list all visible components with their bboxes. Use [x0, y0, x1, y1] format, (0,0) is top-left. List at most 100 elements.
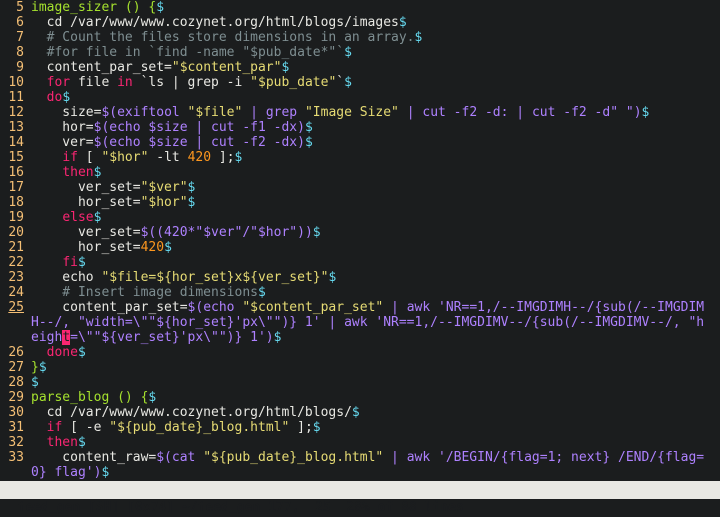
code-line[interactable]: 15 if [ "$hor" -lt 420 ];$: [0, 150, 720, 165]
code-line[interactable]: 11 do$: [0, 90, 720, 105]
code-token: do: [46, 90, 63, 105]
code-token: $: [62, 90, 71, 105]
code-line[interactable]: 6 cd /var/www/www.cozynet.org/html/blogs…: [0, 15, 720, 30]
code-token: then: [46, 435, 78, 450]
line-number: 23: [8, 270, 24, 285]
code-token: | awk 'NR==1,/--IMGDIMH--/{sub(/--IMGDIM: [383, 300, 705, 315]
line-number: 11: [8, 90, 24, 105]
code-token: ver_set=: [31, 225, 141, 240]
code-line[interactable]: 26 done$: [0, 345, 720, 360]
code-token: "$file": [187, 105, 243, 120]
code-line[interactable]: 8 #for file in `find -name "$pub_date*"`…: [0, 45, 720, 60]
code-line[interactable]: 32 then$: [0, 435, 720, 450]
code-token: $: [156, 0, 165, 15]
code-token: 420: [140, 240, 165, 255]
code-token: $: [77, 345, 86, 360]
code-token: | grep: [242, 105, 305, 120]
code-line[interactable]: 25 content_par_set=$(echo "$content_par_…: [0, 300, 720, 315]
code-token: $: [328, 270, 337, 285]
code-line[interactable]: 14 ver=$(echo $size | cut -f2 -dx)$: [0, 135, 720, 150]
code-line[interactable]: 27}$: [0, 360, 720, 375]
line-number: 33: [8, 450, 24, 465]
code-line[interactable]: 23 echo "$file=${hor_set}x${ver_set}"$: [0, 270, 720, 285]
code-token: $: [344, 45, 352, 60]
code-line[interactable]: 21 hor_set=420$: [0, 240, 720, 255]
editor-pane[interactable]: 5 image_sizer () {$ 6 cd /var/www/www.cozy…: [0, 0, 720, 481]
code-line[interactable]: 7 # Count the files store dimensions in …: [0, 30, 720, 45]
code-token: 420: [187, 150, 212, 165]
line-number: 12: [8, 105, 24, 120]
line-number: 28: [8, 375, 24, 390]
code-token: $: [312, 420, 321, 435]
code-token: `: [336, 75, 345, 90]
code-token: "$file=${hor_set}x${ver_set}": [101, 270, 329, 285]
code-line[interactable]: 10 for file in `ls | grep -i "$pub_date"…: [0, 75, 720, 90]
code-line[interactable]: 24 # Insert image dimensions$: [0, 285, 720, 300]
code-line[interactable]: 22 fi$: [0, 255, 720, 270]
code-line[interactable]: 16 then$: [0, 165, 720, 180]
code-token: }: [31, 360, 39, 375]
wrapped-line[interactable]: eight=\""${ver_set}'px\"")} 1')$: [0, 330, 720, 345]
code-token: "Image Size": [304, 105, 399, 120]
code-line[interactable]: 33 content_raw=$(cat "${pub_date}_blog.h…: [0, 450, 720, 465]
code-line[interactable]: 13 hor=$(echo $size | cut -f1 -dx)$: [0, 120, 720, 135]
code-token: fi: [62, 255, 78, 270]
code-token: content_par_set=: [31, 300, 188, 315]
code-token: else: [62, 210, 94, 225]
code-token: parse_blog () {: [31, 390, 149, 405]
code-token: echo: [31, 270, 102, 285]
code-line[interactable]: 12 size=$(exiftool "$file" | grep "Image…: [0, 105, 720, 120]
code-token: $: [304, 135, 313, 150]
code-token: $: [257, 285, 266, 300]
code-token: file: [70, 75, 118, 90]
code-token: $((420*"$ver"/"$hor")): [140, 225, 313, 240]
code-line[interactable]: 30 cd /var/www/www.cozynet.org/html/blog…: [0, 405, 720, 420]
code-token: $(exiftool: [101, 105, 188, 120]
code-token: $(cat: [156, 450, 204, 465]
code-token: then: [62, 165, 94, 180]
code-token: $: [148, 390, 157, 405]
line-number: 13: [8, 120, 24, 135]
code-token: if: [62, 150, 78, 165]
code-line[interactable]: 20 ver_set=$((420*"$ver"/"$hor"))$: [0, 225, 720, 240]
code-token: $: [93, 210, 102, 225]
code-token: $: [187, 180, 196, 195]
line-number: 8: [16, 45, 24, 60]
code-line[interactable]: 17 ver_set="$ver"$: [0, 180, 720, 195]
code-line[interactable]: 29 parse_blog () {$: [0, 390, 720, 405]
code-line[interactable]: 18 hor_set="$hor"$: [0, 195, 720, 210]
line-number: 24: [8, 285, 24, 300]
code-token: $: [234, 150, 243, 165]
status-text: feed_gen [SH] [0x74] ~/feed_gen 177, 25 …: [17, 500, 464, 515]
code-token: $: [398, 15, 407, 30]
line-number: 26: [8, 345, 24, 360]
code-token: $: [77, 435, 86, 450]
wrapped-line[interactable]: H--/, "width=\""${hor_set}'px\"")} 1' | …: [0, 315, 720, 330]
code-token: "$pub_date": [250, 75, 337, 90]
line-number: 30: [8, 405, 24, 420]
code-token: 0} flag'): [31, 465, 102, 480]
code-token: for: [46, 75, 71, 90]
code-line[interactable]: 5 image_sizer () {$: [0, 0, 720, 15]
code-token: $: [93, 165, 102, 180]
code-token: [: [77, 150, 102, 165]
wrapped-line[interactable]: 0} flag')$: [0, 465, 720, 480]
code-token: "$hor": [101, 150, 149, 165]
code-line[interactable]: 9 content_par_set="$content_par"$: [0, 60, 720, 75]
code-line[interactable]: 28 $: [0, 375, 720, 390]
code-token: cd /var/www/www.cozynet.org/html/blogs/: [31, 405, 352, 420]
text-cursor: t: [62, 330, 71, 345]
code-token: [ -e: [62, 420, 110, 435]
code-token: in: [117, 75, 133, 90]
code-token: done: [46, 345, 78, 360]
line-number: 32: [8, 435, 24, 450]
code-line[interactable]: 19 else$: [0, 210, 720, 225]
code-line[interactable]: 31 if [ -e "${pub_date}_blog.html" ];$: [0, 420, 720, 435]
line-number: 7: [16, 30, 24, 45]
code-token: if: [46, 420, 63, 435]
code-token: $: [164, 240, 172, 255]
line-number: 16: [8, 165, 24, 180]
